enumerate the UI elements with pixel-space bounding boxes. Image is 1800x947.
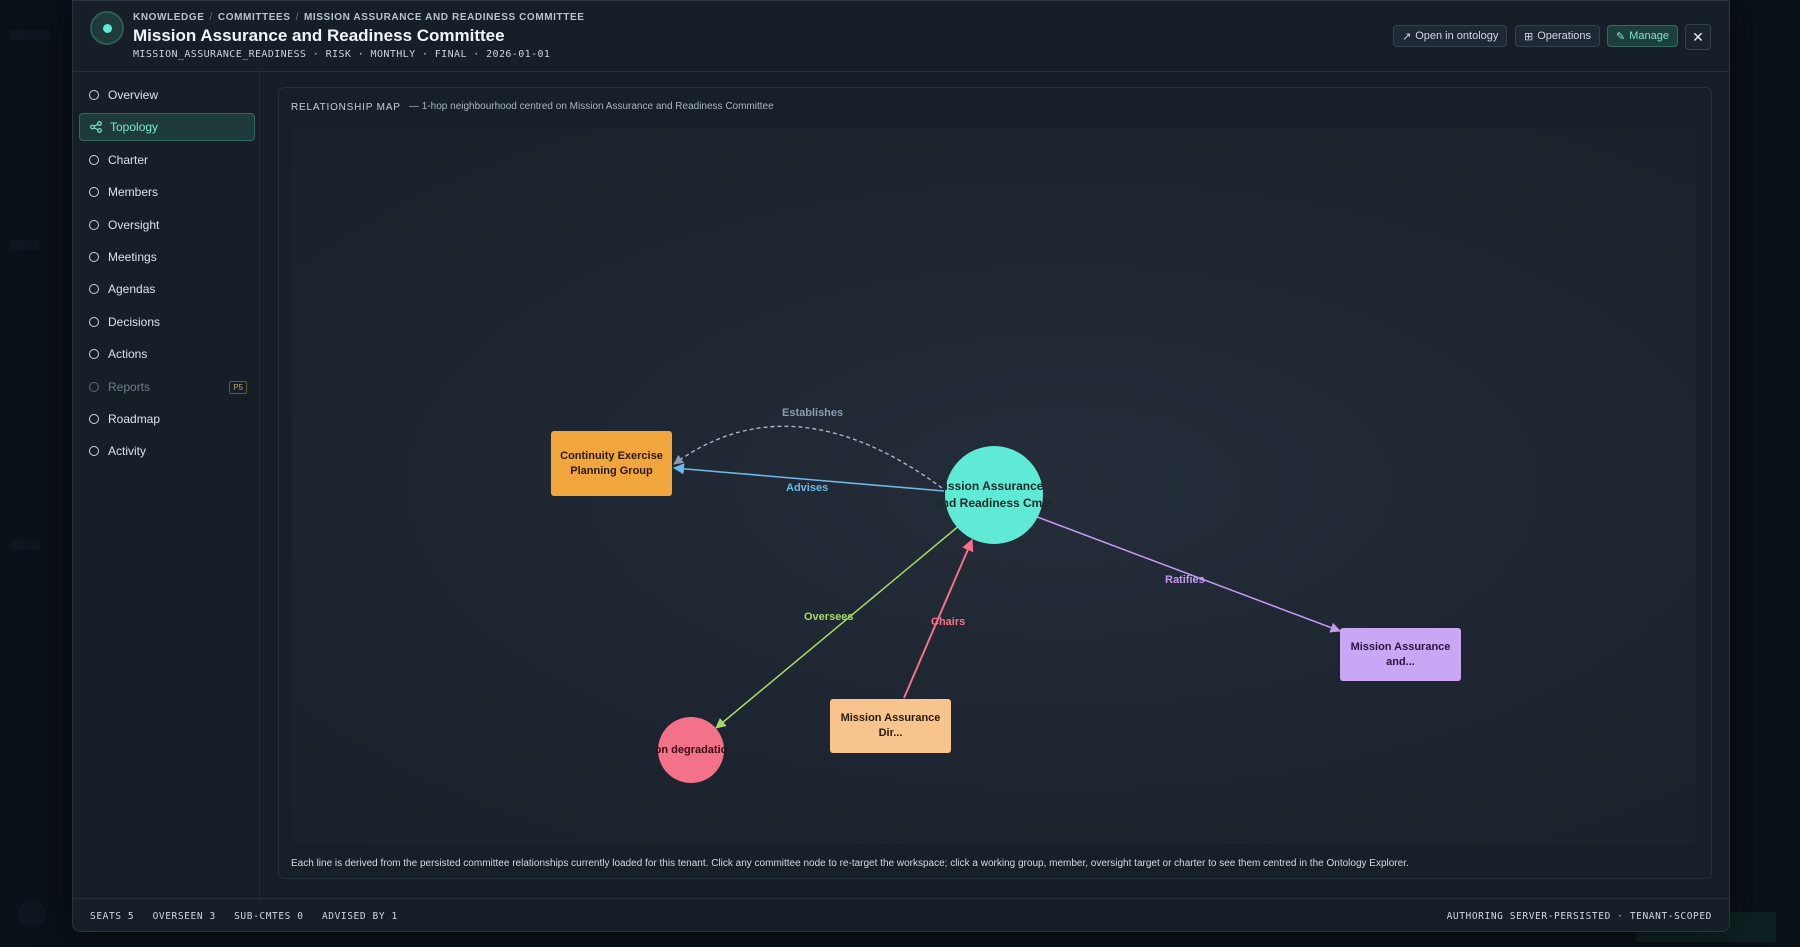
stat-overseen: OVERSEEN 3 (152, 911, 216, 922)
edge-label-ratifies: Ratifies (1165, 574, 1205, 586)
topology-icon (90, 121, 102, 134)
nav-item-roadmap[interactable]: Roadmap (79, 405, 255, 433)
nav-item-members[interactable]: Members (79, 178, 255, 206)
breadcrumb-committees[interactable]: COMMITTEES (218, 12, 291, 23)
page-title: Mission Assurance and Readiness Committe… (133, 26, 505, 45)
sidebar-nav: Overview Topology Charter Members Oversight M… (73, 71, 260, 899)
circle-icon (89, 446, 99, 457)
status-dot-icon (102, 23, 112, 33)
operations-button[interactable]: ⊞ Operations (1515, 25, 1601, 47)
panel-title: RELATIONSHIP MAP (291, 102, 401, 113)
circle-icon (89, 414, 99, 424)
circle-icon (89, 187, 99, 198)
close-button[interactable]: ✕ (1685, 24, 1711, 50)
node-mission-assurance-director[interactable]: Mission Assurance Dir... (830, 699, 951, 753)
footer-stats: SEATS 5 OVERSEEN 3 SUB-CMTES 0 ADVISED B… (90, 911, 410, 922)
committee-modal: KNOWLEDGE / COMMITTEES / MISSION ASSURANCE A… (72, 0, 1730, 932)
node-degradation-label: on degradatio (654, 743, 728, 756)
nav-item-decisions[interactable]: Decisions (79, 308, 255, 336)
node-center-committee[interactable]: ission Assurance and Readiness Cmte (935, 446, 1053, 544)
footer-scope: AUTHORING SERVER-PERSISTED · TENANT-SCOP… (1446, 911, 1712, 922)
pencil-icon: ✎ (1616, 30, 1626, 43)
stat-sub-committees: SUB-CMTES 0 (234, 911, 304, 922)
nav-item-actions[interactable]: Actions (79, 340, 255, 368)
edge-label-advises: Advises (786, 482, 829, 494)
nav-item-label: Reports (108, 379, 151, 394)
stat-seats: SEATS 5 (90, 911, 135, 922)
external-link-icon: ↗ (1402, 30, 1412, 43)
edge-label-chairs: Chairs (931, 616, 966, 628)
edge-oversees[interactable] (715, 524, 961, 729)
relationship-map-panel: RELATIONSHIP MAP — 1-hop neighbourhood c… (278, 87, 1712, 879)
nav-item-charter[interactable]: Charter (79, 146, 255, 174)
node-continuity-planning-group[interactable]: Continuity Exercise Planning Group (551, 431, 672, 496)
edge-ratifies[interactable] (1031, 514, 1341, 633)
nav-item-label: Decisions (108, 314, 161, 329)
map-footnote: Each line is derived from the persisted … (291, 858, 1409, 869)
close-icon: ✕ (1692, 28, 1704, 45)
grid-icon: ⊞ (1524, 30, 1534, 43)
breadcrumb-knowledge[interactable]: KNOWLEDGE (133, 12, 205, 23)
modal-footer: SEATS 5 OVERSEEN 3 SUB-CMTES 0 ADVISED B… (73, 898, 1729, 931)
circle-icon (89, 316, 99, 327)
nav-item-agendas[interactable]: Agendas (79, 275, 255, 303)
nav-item-label: Activity (108, 444, 147, 459)
breadcrumb: KNOWLEDGE / COMMITTEES / MISSION ASSURANCE A… (133, 12, 585, 23)
circle-icon (89, 252, 99, 262)
nav-item-label: Charter (108, 152, 149, 167)
nav-item-activity[interactable]: Activity (79, 437, 255, 465)
nav-item-reports: Reports P5 (79, 373, 255, 401)
nav-item-label: Roadmap (108, 412, 161, 426)
node-degradation-target[interactable]: on degradatio (655, 717, 727, 783)
nav-item-label: Actions (108, 347, 148, 362)
nav-item-topology[interactable]: Topology (79, 113, 255, 142)
nav-item-label: Meetings (108, 250, 157, 264)
circle-icon (89, 219, 99, 230)
breadcrumb-current: MISSION ASSURANCE AND READINESS COMMITTE… (303, 12, 585, 23)
nav-item-label: Members (108, 185, 159, 200)
circle-icon (89, 90, 99, 100)
node-ratified-charter[interactable]: Mission Assurance and... (1340, 628, 1461, 681)
relationship-map-canvas[interactable]: Establishes Advises Oversees Chairs Rati… (292, 128, 1696, 844)
nav-item-oversight[interactable]: Oversight (79, 211, 255, 239)
circle-icon (89, 381, 99, 392)
nav-item-label: Overview (108, 88, 159, 102)
committee-meta: MISSION_ASSURANCE_READINESS · RISK · MON… (133, 49, 551, 60)
panel-subtitle: — 1-hop neighbourhood centred on Mission… (409, 101, 774, 112)
nav-item-label: Oversight (108, 217, 160, 232)
nav-item-label: Topology (110, 120, 159, 135)
circle-icon (89, 284, 99, 295)
phase-badge: P5 (229, 380, 247, 394)
node-center-label: ission Assurance and Readiness Cmte (934, 479, 1054, 510)
modal-header: KNOWLEDGE / COMMITTEES / MISSION ASSURANCE A… (73, 1, 1729, 72)
edge-label-oversees: Oversees (804, 611, 854, 623)
stat-advised-by: ADVISED BY 1 (321, 911, 398, 922)
committee-logo (90, 11, 124, 45)
nav-item-label: Agendas (108, 282, 156, 297)
nav-item-meetings[interactable]: Meetings (79, 243, 255, 271)
open-in-ontology-button[interactable]: ↗ Open in ontology (1393, 25, 1508, 47)
edge-label-establishes: Establishes (782, 407, 844, 419)
circle-icon (89, 349, 99, 360)
nav-item-overview[interactable]: Overview (79, 81, 255, 109)
manage-button[interactable]: ✎ Manage (1607, 25, 1678, 47)
circle-icon (89, 154, 99, 165)
